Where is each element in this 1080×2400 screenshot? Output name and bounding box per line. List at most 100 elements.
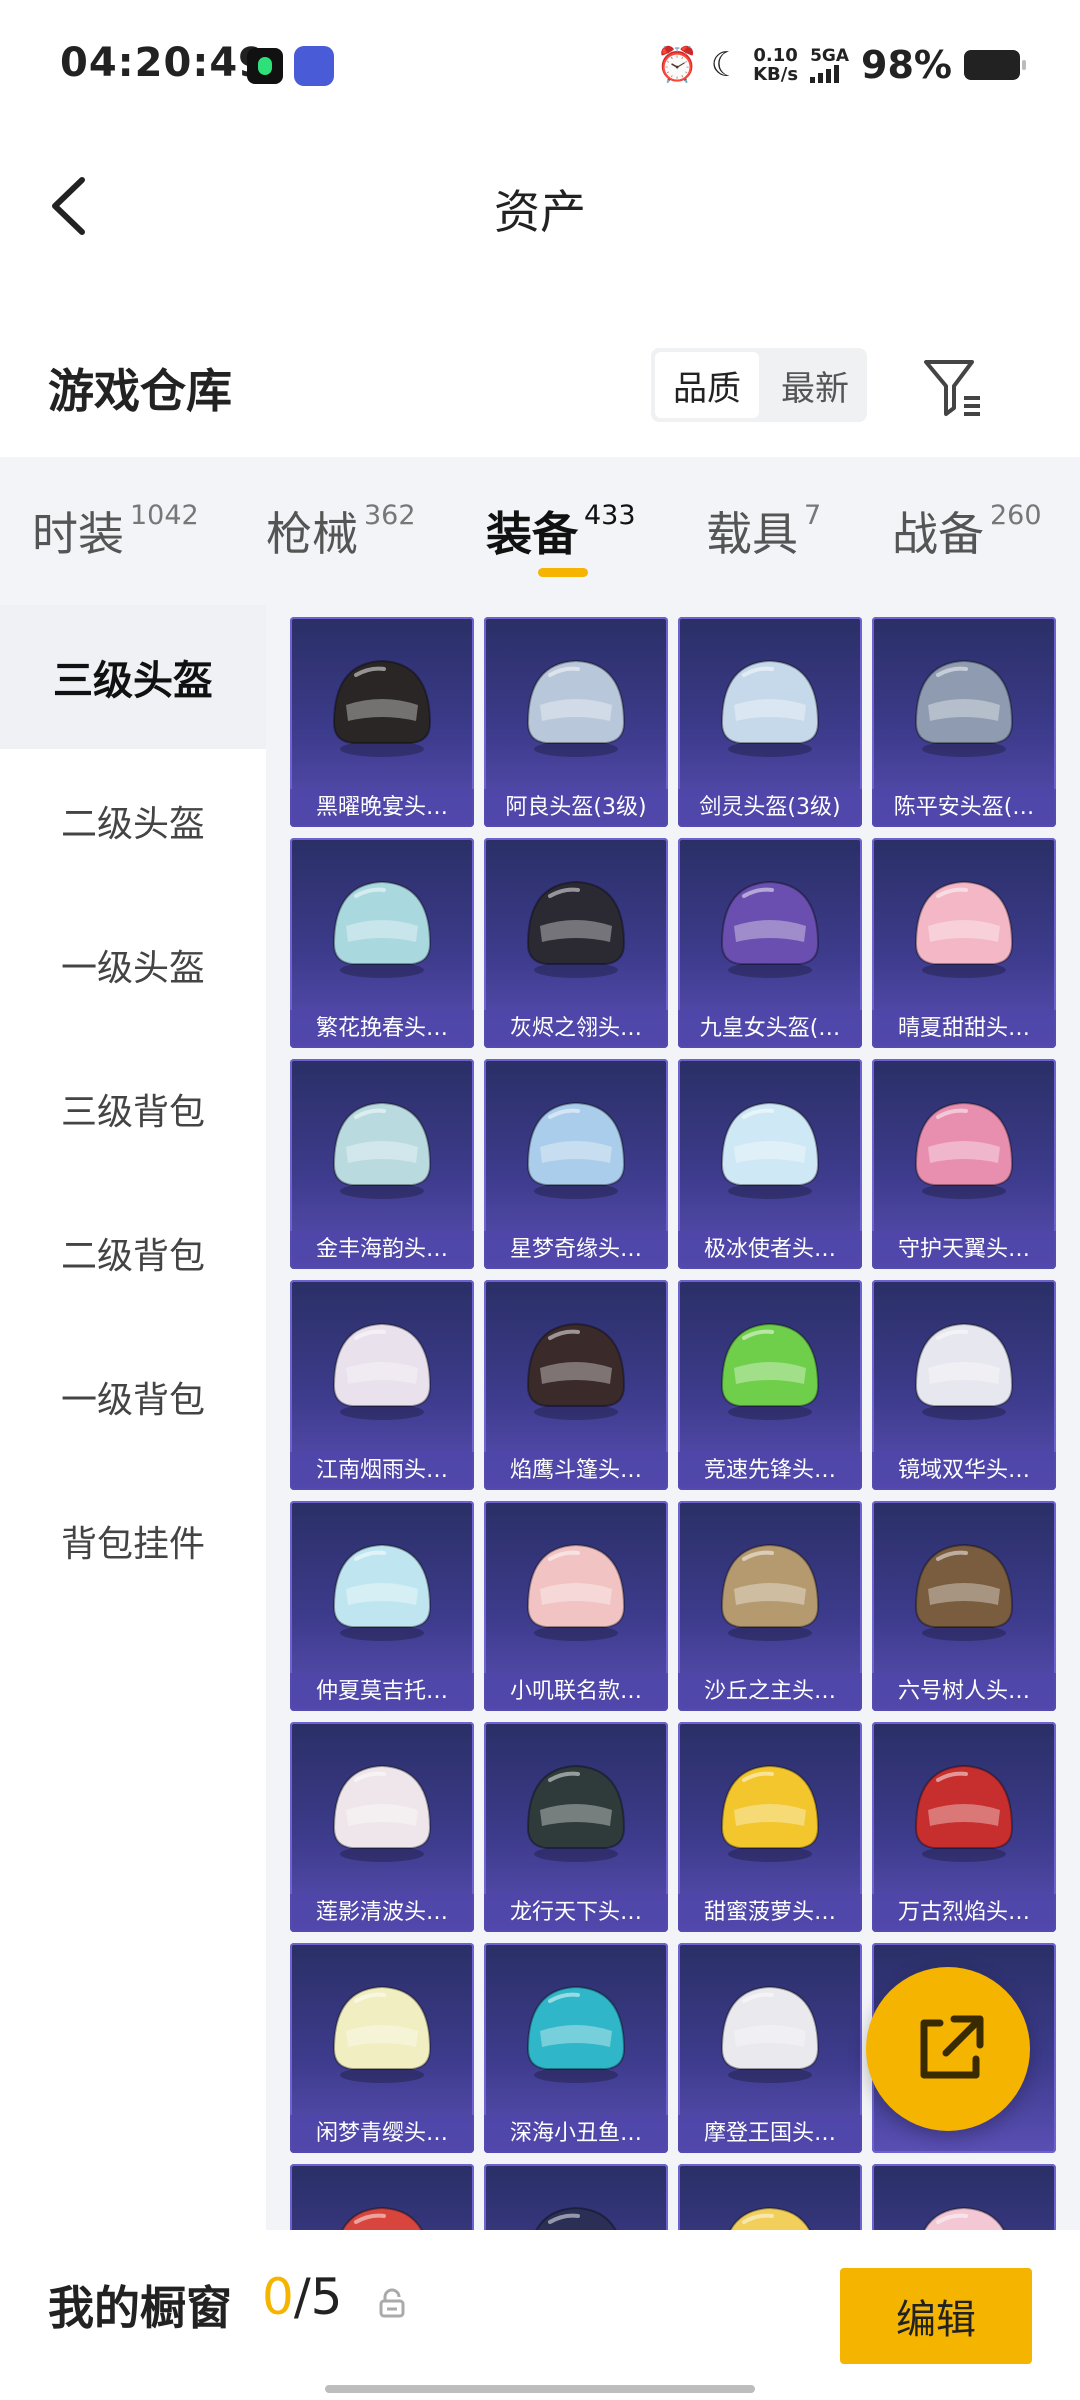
item-name: 万古烈焰头…: [872, 1894, 1056, 1932]
item-card[interactable]: 黑曜晚宴头…: [290, 617, 474, 827]
sort-newest[interactable]: 最新: [763, 348, 867, 422]
item-card[interactable]: 仲夏莫吉托…: [290, 1501, 474, 1711]
lock-icon: [379, 2288, 405, 2318]
item-card[interactable]: 摩登王国头…: [678, 1943, 862, 2153]
item-card[interactable]: 竞速先锋头…: [678, 1280, 862, 1490]
item-card[interactable]: 江南烟雨头…: [290, 1280, 474, 1490]
item-name: 沙丘之主头…: [678, 1673, 862, 1711]
helmet-icon: [332, 659, 432, 757]
item-card[interactable]: 万古烈焰头…: [872, 1722, 1056, 1932]
item-name: 江南烟雨头…: [290, 1452, 474, 1490]
item-name: 仲夏莫吉托…: [290, 1673, 474, 1711]
tab-label: 载具: [706, 507, 798, 561]
item-card[interactable]: 甜蜜菠萝头…: [678, 1722, 862, 1932]
tab-equipment[interactable]: 装备 433: [486, 498, 636, 564]
item-card[interactable]: 六号树人头…: [872, 1501, 1056, 1711]
tab-supplies[interactable]: 战备 260: [892, 498, 1042, 564]
share-fab[interactable]: [866, 1967, 1030, 2131]
home-indicator: [325, 2385, 755, 2393]
helmet-icon: [914, 1322, 1014, 1420]
item-card[interactable]: 焰鹰斗篷头…: [484, 1280, 668, 1490]
helmet-icon: [332, 880, 432, 978]
filter-button[interactable]: [918, 352, 990, 424]
tab-vehicles[interactable]: 载具 7: [706, 498, 821, 564]
network-type: 5GA: [810, 46, 850, 66]
helmet-icon: [729, 2206, 811, 2230]
moon-icon: ☾: [710, 45, 742, 85]
helmet-icon: [526, 659, 626, 757]
item-card[interactable]: 晴夏甜甜头…: [872, 838, 1056, 1048]
helmet-icon: [332, 1322, 432, 1420]
sidebar-item-level3-backpack[interactable]: 三级背包: [0, 1037, 266, 1181]
item-name: 阿良头盔(3级): [484, 789, 668, 827]
item-card[interactable]: 小叽联名款…: [484, 1501, 668, 1711]
item-name: 龙行天下头…: [484, 1894, 668, 1932]
tab-label: 战备: [892, 507, 984, 561]
tab-fashion[interactable]: 时装 1042: [32, 498, 199, 564]
item-card[interactable]: 莲影清波头…: [290, 1722, 474, 1932]
helmet-icon: [526, 1101, 626, 1199]
helmet-icon: [720, 1985, 820, 2083]
item-name: 灰烬之翎头…: [484, 1010, 668, 1048]
item-card[interactable]: 龙行天下头…: [484, 1722, 668, 1932]
item-name: 守护天翼头…: [872, 1231, 1056, 1269]
item-card[interactable]: 繁花挽春头…: [290, 838, 474, 1048]
helmet-icon: [526, 1322, 626, 1420]
signal-indicator: 5GA: [810, 47, 849, 83]
sidebar-item-level2-helmet[interactable]: 二级头盔: [0, 749, 266, 893]
item-card[interactable]: [290, 2164, 474, 2230]
sidebar-item-backpack-charm[interactable]: 背包挂件: [0, 1469, 266, 1613]
item-card[interactable]: 守护天翼头…: [872, 1059, 1056, 1269]
item-card[interactable]: 阿良头盔(3级): [484, 617, 668, 827]
helmet-icon: [914, 880, 1014, 978]
sort-quality[interactable]: 品质: [655, 352, 759, 418]
sidebar-item-level1-helmet[interactable]: 一级头盔: [0, 893, 266, 1037]
item-card[interactable]: 星梦奇缘头…: [484, 1059, 668, 1269]
helmet-icon: [526, 880, 626, 978]
item-card[interactable]: 闲梦青缨头…: [290, 1943, 474, 2153]
sidebar-item-level2-backpack[interactable]: 二级背包: [0, 1181, 266, 1325]
edit-button[interactable]: 编辑: [840, 2268, 1032, 2364]
sidebar-item-level1-backpack[interactable]: 一级背包: [0, 1325, 266, 1469]
item-name: 小叽联名款…: [484, 1673, 668, 1711]
music-app-icon: [247, 48, 283, 84]
assistant-app-icon: [294, 46, 334, 86]
helmet-icon: [720, 659, 820, 757]
battery-percent: 98%: [861, 43, 952, 87]
item-card[interactable]: [484, 2164, 668, 2230]
item-card[interactable]: 九皇女头盔(…: [678, 838, 862, 1048]
item-name: 晴夏甜甜头…: [872, 1010, 1056, 1048]
item-card[interactable]: 金丰海韵头…: [290, 1059, 474, 1269]
item-card[interactable]: 陈平安头盔(…: [872, 617, 1056, 827]
tab-label: 枪械: [266, 507, 358, 561]
sort-toggle: 品质 最新: [651, 348, 867, 422]
tab-guns[interactable]: 枪械 362: [266, 498, 416, 564]
item-name: 星梦奇缘头…: [484, 1231, 668, 1269]
item-card[interactable]: 灰烬之翎头…: [484, 838, 668, 1048]
status-time: 04:20:49: [60, 40, 267, 86]
item-card[interactable]: 沙丘之主头…: [678, 1501, 862, 1711]
item-card[interactable]: 极冰使者头…: [678, 1059, 862, 1269]
item-card[interactable]: [678, 2164, 862, 2230]
status-bar: 04:20:49 ⏰ ☾ 0.10 KB/s 5GA 98%: [0, 0, 1080, 130]
section-title: 游戏仓库: [48, 364, 232, 418]
item-name: 黑曜晚宴头…: [290, 789, 474, 827]
item-card[interactable]: 剑灵头盔(3级): [678, 617, 862, 827]
item-name: 摩登王国头…: [678, 2115, 862, 2153]
tab-count: 433: [584, 500, 636, 531]
item-card[interactable]: 深海小丑鱼…: [484, 1943, 668, 2153]
filter-icon: [924, 360, 980, 416]
item-name: 闲梦青缨头…: [290, 2115, 474, 2153]
helmet-icon: [332, 1101, 432, 1199]
item-card[interactable]: [872, 2164, 1056, 2230]
helmet-icon: [526, 1985, 626, 2083]
item-name: 陈平安头盔(…: [872, 789, 1056, 827]
helmet-icon: [332, 1543, 432, 1641]
sidebar-item-level3-helmet[interactable]: 三级头盔: [0, 605, 266, 749]
item-card[interactable]: 镜域双华头…: [872, 1280, 1056, 1490]
item-name: 极冰使者头…: [678, 1231, 862, 1269]
status-right: ⏰ ☾ 0.10 KB/s 5GA 98%: [656, 40, 1026, 90]
showcase-count: 0/5: [262, 2268, 342, 2326]
showcase-label: 我的橱窗: [48, 2281, 232, 2335]
helmet-icon: [914, 1543, 1014, 1641]
